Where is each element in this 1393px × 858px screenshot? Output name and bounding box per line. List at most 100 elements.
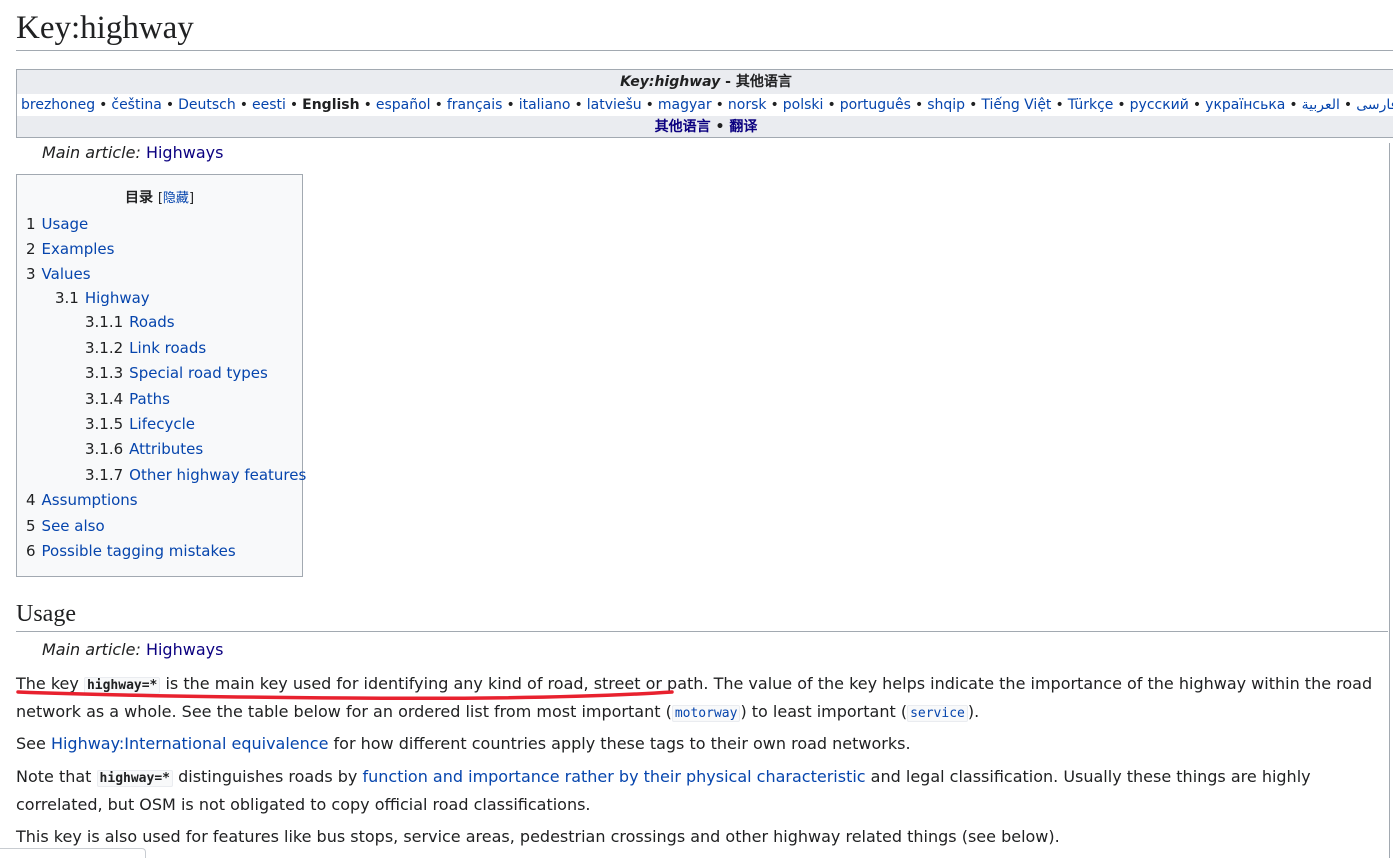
other-languages-link[interactable]: 其他语言 [655, 119, 711, 135]
language-separator: • [914, 97, 924, 113]
international-equivalence-link[interactable]: Highway:International equivalence [51, 734, 329, 753]
language-separator: • [1289, 97, 1298, 113]
bottom-panel-edge [0, 848, 146, 858]
toc-item-number: 3 [26, 265, 36, 283]
language-link[interactable]: Türkçe [1068, 97, 1114, 113]
toc-item-label: Roads [129, 313, 175, 331]
language-separator: • [434, 97, 443, 113]
toc-item[interactable]: 3.1.2 Link roads [85, 339, 206, 357]
language-separator: • [1055, 97, 1064, 113]
toc-item[interactable]: 6 Possible tagging mistakes [26, 542, 236, 560]
language-link[interactable]: čeština [111, 97, 161, 113]
function-importance-link[interactable]: function and importance rather by their … [362, 767, 865, 786]
usage-paragraph-4: This key is also used for features like … [16, 827, 1060, 846]
table-of-contents: 目录 [隐藏] 1 Usage 2 Examples 3 Values 3.1 Highway… [16, 174, 306, 577]
language-separator: • [715, 97, 724, 113]
toc-toggle: [隐藏] [157, 191, 195, 206]
toc-item-label: Special road types [129, 364, 268, 382]
language-link[interactable]: shqip [927, 97, 965, 113]
toc-item[interactable]: 5 See also [26, 517, 105, 535]
language-link[interactable]: العربية [1302, 97, 1340, 113]
language-separator: • [770, 97, 779, 113]
toc-item[interactable]: 3.1.7 Other highway features [85, 466, 306, 484]
highway-key-code-2: highway=* [96, 770, 173, 787]
language-link[interactable]: eesti [252, 97, 286, 113]
language-bar: Key:highway - 其他语言 brezhoneg • čeština • Deu… [16, 69, 1393, 138]
toc-item-number: 4 [26, 491, 36, 509]
language-link[interactable]: русский [1130, 97, 1189, 113]
toc-item-number: 3.1.1 [85, 313, 124, 331]
language-separator: • [645, 97, 654, 113]
language-link[interactable]: polski [783, 97, 824, 113]
toc-item-number: 3.1.6 [85, 440, 124, 458]
toc-item[interactable]: 3.1.5 Lifecycle [85, 415, 195, 433]
toc-item-label: Examples [41, 240, 115, 258]
toc-item[interactable]: 1 Usage [26, 215, 88, 233]
language-list: brezhoneg • čeština • Deutsch • eesti • English •… [17, 94, 1393, 116]
toc-item[interactable]: 3.1.1 Roads [85, 313, 175, 331]
language-link[interactable]: português [840, 97, 911, 113]
language-link[interactable]: français [447, 97, 503, 113]
toc-item-number: 3.1 [55, 289, 79, 307]
toc-item-number: 2 [26, 240, 36, 258]
hatnote-main-article: Main article: Highways [42, 143, 224, 162]
toc-item-label: Link roads [129, 339, 207, 357]
toc-item-label: Paths [129, 390, 170, 408]
language-bar-title: Key:highway [620, 74, 721, 90]
language-separator: • [827, 97, 836, 113]
toc-item-label: Other highway features [129, 466, 307, 484]
language-link[interactable]: brezhoneg [21, 97, 95, 113]
usage-heading: Usage [16, 598, 1388, 632]
highways-link[interactable]: Highways [146, 143, 223, 162]
toc-title: 目录 [隐藏] [124, 190, 195, 206]
usage-hatnote: Main article: Highways [42, 640, 224, 659]
toc-item[interactable]: 3.1.3 Special road types [85, 364, 268, 382]
language-separator: • [1192, 97, 1202, 113]
toc-item[interactable]: 3.1.4 Paths [85, 390, 170, 408]
toc-item-number: 6 [26, 542, 36, 560]
language-link[interactable]: magyar [658, 97, 712, 113]
language-link[interactable]: italiano [519, 97, 571, 113]
translate-link[interactable]: 翻译 [729, 119, 757, 135]
language-link[interactable]: فارسی [1356, 97, 1393, 113]
usage-paragraph-3: Note that highway=* distinguishes roads … [16, 767, 1311, 814]
language-link[interactable]: norsk [728, 97, 767, 113]
toc-item[interactable]: 4 Assumptions [26, 491, 138, 509]
toc-item-label: Values [41, 265, 91, 283]
language-separator: • [1117, 97, 1126, 113]
toc-item-label: Assumptions [41, 491, 138, 509]
language-link[interactable]: latviešu [587, 97, 642, 113]
usage-highways-link[interactable]: Highways [146, 640, 223, 659]
toc-item-label: Possible tagging mistakes [41, 542, 236, 560]
toc-item-number: 3.1.7 [85, 466, 124, 484]
toc-item-number: 3.1.4 [85, 390, 124, 408]
toc-item-label: Usage [41, 215, 89, 233]
toc-item-number: 3.1.3 [85, 364, 124, 382]
toc-hide-link[interactable]: 隐藏 [163, 191, 189, 206]
toc-item[interactable]: 3.1.6 Attributes [85, 440, 203, 458]
language-separator: • [969, 97, 978, 113]
toc-item[interactable]: 3 Values [26, 265, 91, 283]
language-bar-footer: 其他语言 • 翻译 [17, 116, 1393, 137]
language-bar-header: Key:highway - 其他语言 [17, 70, 1393, 94]
toc-item-number: 3.1.2 [85, 339, 124, 357]
toc-item-label: Highway [84, 289, 150, 307]
language-separator: • [574, 97, 583, 113]
page-title: Key:highway [16, 6, 1393, 51]
language-link: English [302, 97, 360, 113]
motorway-code-link[interactable]: motorway [671, 705, 741, 722]
toc-item-number: 3.1.5 [85, 415, 124, 433]
toc-item-number: 1 [26, 215, 36, 233]
language-link[interactable]: українська [1205, 97, 1285, 113]
toc-item-label: Attributes [129, 440, 204, 458]
service-code-link[interactable]: service [907, 705, 968, 722]
language-separator: • [289, 97, 299, 113]
language-separator: • [165, 97, 175, 113]
language-separator: • [99, 97, 108, 113]
toc-item[interactable]: 3.1 Highway [55, 289, 150, 307]
language-link[interactable]: español [376, 97, 431, 113]
toc-item[interactable]: 2 Examples [26, 240, 114, 258]
language-link[interactable]: Tiếng Việt [981, 97, 1051, 113]
red-underline-annotation [16, 690, 674, 700]
language-link[interactable]: Deutsch [178, 97, 236, 113]
